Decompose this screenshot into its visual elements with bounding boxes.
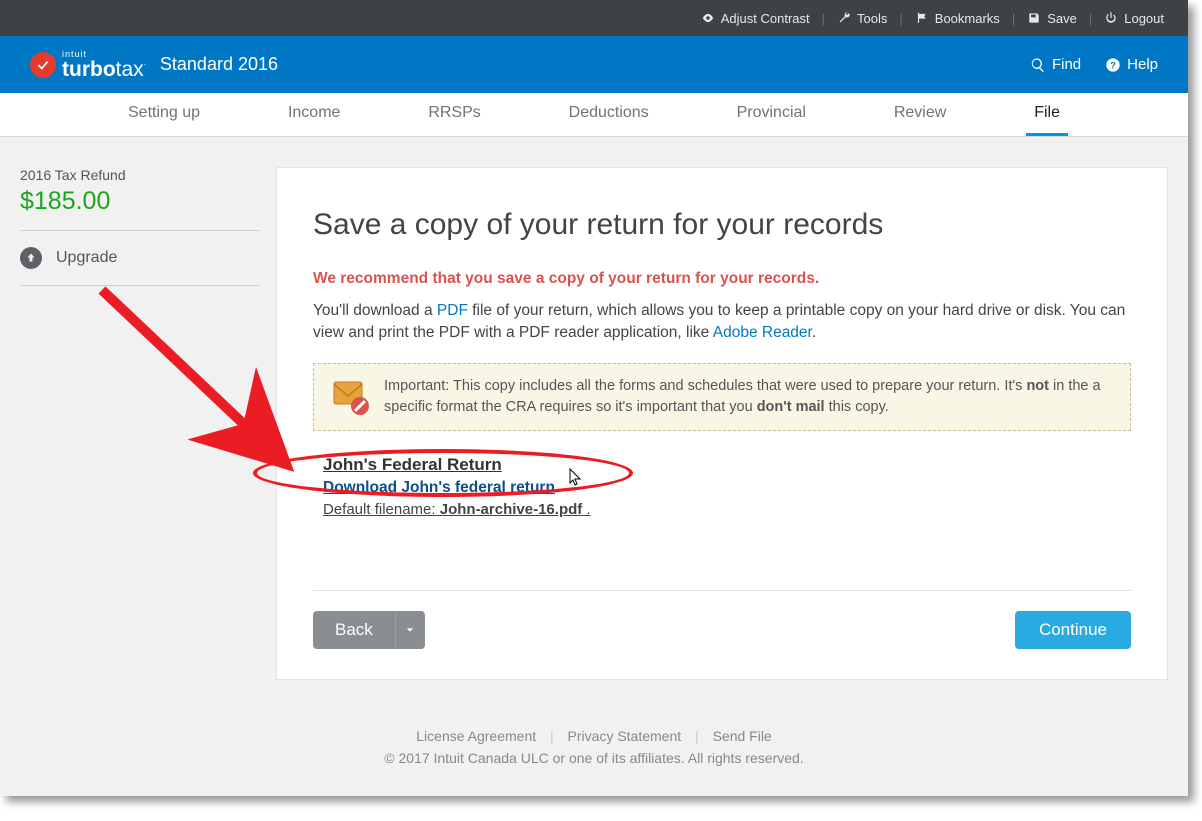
bookmarks-button[interactable]: Bookmarks [911,11,1004,26]
tab-income[interactable]: Income [280,93,348,136]
save-icon [1027,11,1041,25]
wrench-icon [837,11,851,25]
refund-amount: $185.00 [20,187,260,216]
svg-text:?: ? [1110,60,1116,70]
bookmarks-label: Bookmarks [935,11,1000,26]
power-icon [1104,11,1118,25]
tab-rrsps[interactable]: RRSPs [420,93,488,136]
tab-deductions[interactable]: Deductions [561,93,657,136]
separator: | [1089,11,1092,26]
page-title: Save a copy of your return for your reco… [313,208,1131,242]
license-link[interactable]: License Agreement [416,728,536,744]
upgrade-button[interactable]: Upgrade [20,231,260,285]
back-button[interactable]: Back [313,611,395,649]
separator: | [822,11,825,26]
copyright-text: © 2017 Intuit Canada ULC or one of its a… [0,750,1188,766]
separator: | [899,11,902,26]
tab-provincial[interactable]: Provincial [729,93,814,136]
help-button[interactable]: ? Help [1105,56,1158,73]
content-card: Save a copy of your return for your reco… [276,167,1168,680]
separator: | [1012,11,1015,26]
description-paragraph: You'll download a PDF file of your retur… [313,300,1131,345]
upgrade-arrow-icon [20,247,42,269]
tab-review[interactable]: Review [886,93,954,136]
edition-label: Standard 2016 [160,54,278,75]
continue-button[interactable]: Continue [1015,611,1131,649]
main-area: 2016 Tax Refund $185.00 Upgrade Save a c… [0,137,1188,710]
help-label: Help [1127,56,1158,73]
tab-file[interactable]: File [1026,93,1068,136]
save-label: Save [1047,11,1077,26]
adjust-contrast-label: Adjust Contrast [721,11,810,26]
default-filename: Default filename: John-archive-16.pdf . [323,501,1131,518]
tab-setting-up[interactable]: Setting up [120,93,208,136]
nav-tabs: Setting up Income RRSPs Deductions Provi… [0,93,1188,137]
privacy-link[interactable]: Privacy Statement [568,728,682,744]
return-title: John's Federal Return [323,455,1131,475]
sendfile-link[interactable]: Send File [713,728,772,744]
download-return-link[interactable]: Download John's federal return [323,479,555,497]
flag-icon [915,11,929,25]
adobe-reader-link[interactable]: Adobe Reader [713,324,812,341]
logout-button[interactable]: Logout [1100,11,1168,26]
sidebar: 2016 Tax Refund $185.00 Upgrade [20,167,260,680]
tools-label: Tools [857,11,887,26]
upgrade-label: Upgrade [56,249,117,267]
logo[interactable]: intuit turbotax. Standard 2016 [30,50,278,80]
eye-icon [701,11,715,25]
footer: License Agreement | Privacy Statement | … [0,710,1188,796]
tools-button[interactable]: Tools [833,11,891,26]
adjust-contrast-button[interactable]: Adjust Contrast [697,11,814,26]
find-label: Find [1052,56,1081,73]
find-button[interactable]: Find [1030,56,1081,73]
logo-checkmark-icon [30,52,56,78]
pdf-link[interactable]: PDF [437,302,468,319]
logo-text: intuit turbotax. [62,50,146,80]
recommend-text: We recommend that you save a copy of you… [313,270,1131,288]
utility-bar: Adjust Contrast | Tools | Bookmarks | Sa… [0,0,1188,36]
refund-label: 2016 Tax Refund [20,167,260,183]
back-dropdown-button[interactable] [395,611,425,649]
caret-down-icon [406,626,414,634]
logout-label: Logout [1124,11,1164,26]
save-button[interactable]: Save [1023,11,1081,26]
app-header: intuit turbotax. Standard 2016 Find ? He… [0,36,1188,93]
return-section: John's Federal Return Download John's fe… [313,455,1131,518]
search-icon [1030,57,1046,73]
envelope-nomail-icon [330,376,370,416]
important-note: Important: This copy includes all the fo… [313,363,1131,431]
help-icon: ? [1105,57,1121,73]
